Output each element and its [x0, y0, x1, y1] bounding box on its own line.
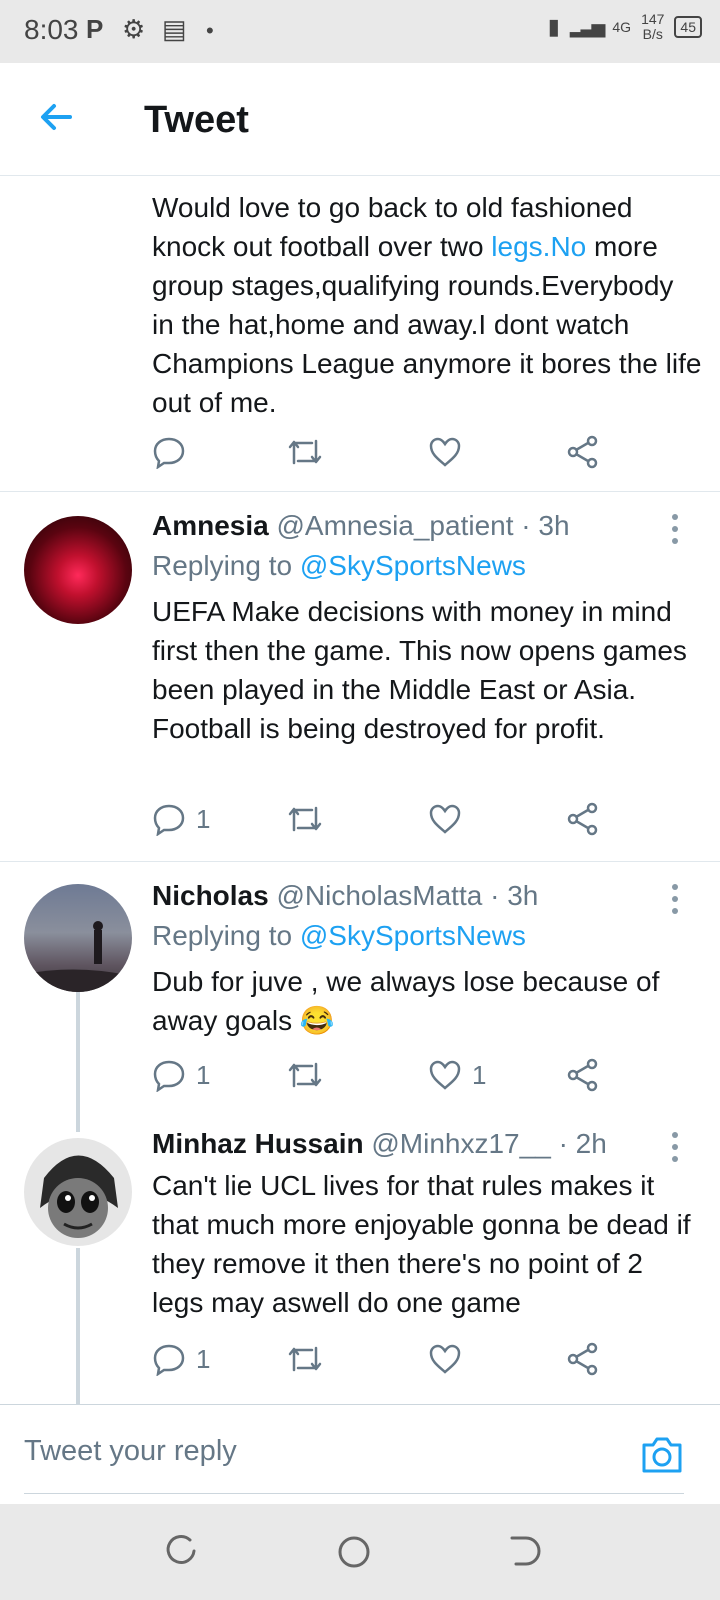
back-arrow-icon[interactable]	[36, 97, 76, 137]
reply-button[interactable]	[152, 435, 196, 469]
mention-link[interactable]: @SkySportsNews	[300, 920, 526, 951]
avatar[interactable]	[24, 1138, 132, 1246]
share-icon	[567, 1342, 598, 1376]
like-button[interactable]	[428, 435, 472, 469]
silhouette-image	[24, 921, 132, 992]
tweet-text: Can't lie UCL lives for that rules makes…	[152, 1170, 691, 1318]
system-nav-bar	[0, 1504, 720, 1600]
speed-unit: B/s	[642, 26, 663, 42]
retweet-button[interactable]	[286, 1342, 334, 1376]
home-icon[interactable]	[336, 1534, 372, 1570]
reply-icon	[153, 1344, 185, 1376]
recent-apps-icon[interactable]	[164, 1534, 198, 1568]
reply-button[interactable]: 1	[152, 802, 210, 836]
news-icon: ▤	[162, 14, 187, 44]
dot-icon: •	[206, 18, 214, 43]
tweet-3[interactable]: Minhaz Hussain @Minhxz17__ · 2h Can't li…	[0, 1128, 720, 1404]
reply-count: 1	[196, 803, 211, 834]
reply-input[interactable]: Tweet your reply	[24, 1435, 237, 1468]
tweet-time: · 3h	[521, 510, 570, 541]
user-name[interactable]: Amnesia	[152, 510, 269, 541]
user-name[interactable]: Minhaz Hussain	[152, 1128, 364, 1159]
reply-icon	[153, 804, 185, 836]
network-type: 4G	[612, 19, 632, 35]
user-name[interactable]: Nicholas	[152, 880, 269, 911]
user-handle[interactable]: @Amnesia_patient	[277, 510, 514, 541]
reply-count: 1	[196, 1059, 211, 1090]
share-button[interactable]	[566, 1342, 600, 1376]
page-title: Tweet	[144, 99, 249, 141]
avatar[interactable]	[24, 884, 132, 992]
link[interactable]: legs.No	[491, 231, 586, 262]
replying-to: Replying to @SkySportsNews	[152, 550, 526, 581]
camera-icon[interactable]	[640, 1435, 684, 1475]
like-button[interactable]: 1	[428, 1058, 486, 1092]
like-icon	[429, 804, 461, 834]
settings-icon: ⚙	[122, 14, 146, 44]
tweet-0[interactable]: Would love to go back to old fashioned k…	[0, 176, 720, 492]
share-icon	[567, 802, 598, 836]
tweet-actions: 1 1	[152, 1058, 632, 1098]
tweet-text: Would love to go back to old fashioned k…	[152, 192, 702, 418]
replying-to: Replying to @SkySportsNews	[152, 920, 526, 951]
like-icon	[429, 1060, 461, 1090]
share-button[interactable]	[566, 1058, 600, 1092]
vibrate-icon: ▮	[547, 14, 560, 39]
retweet-button[interactable]	[286, 802, 334, 836]
signal-icon: ▂▃▅	[569, 16, 605, 37]
input-underline	[24, 1493, 684, 1494]
like-count: 1	[472, 1059, 487, 1090]
reply-icon	[153, 437, 185, 469]
more-icon[interactable]	[672, 514, 680, 550]
tweet-text: UEFA Make decisions with money in mind f…	[152, 596, 687, 744]
more-icon[interactable]	[672, 884, 680, 920]
app-bar: Tweet	[0, 63, 720, 176]
share-icon	[567, 435, 598, 469]
avatar[interactable]	[24, 516, 132, 624]
mention-link[interactable]: @SkySportsNews	[300, 550, 526, 581]
parking-icon: P	[86, 14, 104, 44]
like-icon	[429, 1344, 461, 1374]
back-icon[interactable]	[508, 1534, 542, 1568]
retweet-icon	[288, 1062, 322, 1088]
emoji: 😂	[299, 1005, 335, 1036]
reply-button[interactable]: 1	[152, 1342, 210, 1376]
reply-icon	[153, 1060, 185, 1092]
cartoon-face-image	[40, 1155, 118, 1238]
share-button[interactable]	[566, 435, 600, 469]
status-time: 8:03	[24, 14, 79, 45]
status-bar: 8:03 P ⚙ ▤ • ▮ ▂▃▅ 4G 147 B/s 45	[0, 0, 720, 63]
thread-line	[76, 992, 80, 1132]
tweet-time: · 2h	[558, 1128, 607, 1159]
tweet-actions: 1	[152, 802, 632, 842]
reply-count: 1	[196, 1343, 211, 1374]
user-handle[interactable]: @NicholasMatta	[276, 880, 482, 911]
like-icon	[429, 437, 461, 467]
retweet-icon	[288, 806, 322, 832]
share-button[interactable]	[566, 802, 600, 836]
reply-bar: Tweet your reply	[0, 1404, 720, 1505]
retweet-button[interactable]	[286, 1058, 334, 1092]
retweet-button[interactable]	[286, 435, 334, 469]
retweet-icon	[288, 439, 322, 465]
user-handle[interactable]: @Minhxz17__	[371, 1128, 550, 1159]
share-icon	[567, 1058, 598, 1092]
reply-feed[interactable]: Would love to go back to old fashioned k…	[0, 176, 720, 1404]
like-button[interactable]	[428, 802, 472, 836]
tweet-1[interactable]: Amnesia @Amnesia_patient · 3h Replying t…	[0, 492, 720, 862]
like-button[interactable]	[428, 1342, 472, 1376]
thread-line	[76, 1248, 80, 1404]
tweet-actions: 1	[152, 1342, 632, 1382]
more-icon[interactable]	[672, 1132, 680, 1168]
reply-button[interactable]: 1	[152, 1058, 210, 1092]
tweet-2[interactable]: Nicholas @NicholasMatta · 3h Replying to…	[0, 862, 720, 1132]
retweet-icon	[288, 1346, 322, 1372]
tweet-actions	[152, 435, 632, 475]
tweet-text: Dub for juve , we always lose because of…	[152, 966, 660, 1036]
speed-value: 147	[641, 11, 665, 27]
battery-icon: 45	[674, 16, 702, 38]
tweet-time: · 3h	[490, 880, 539, 911]
